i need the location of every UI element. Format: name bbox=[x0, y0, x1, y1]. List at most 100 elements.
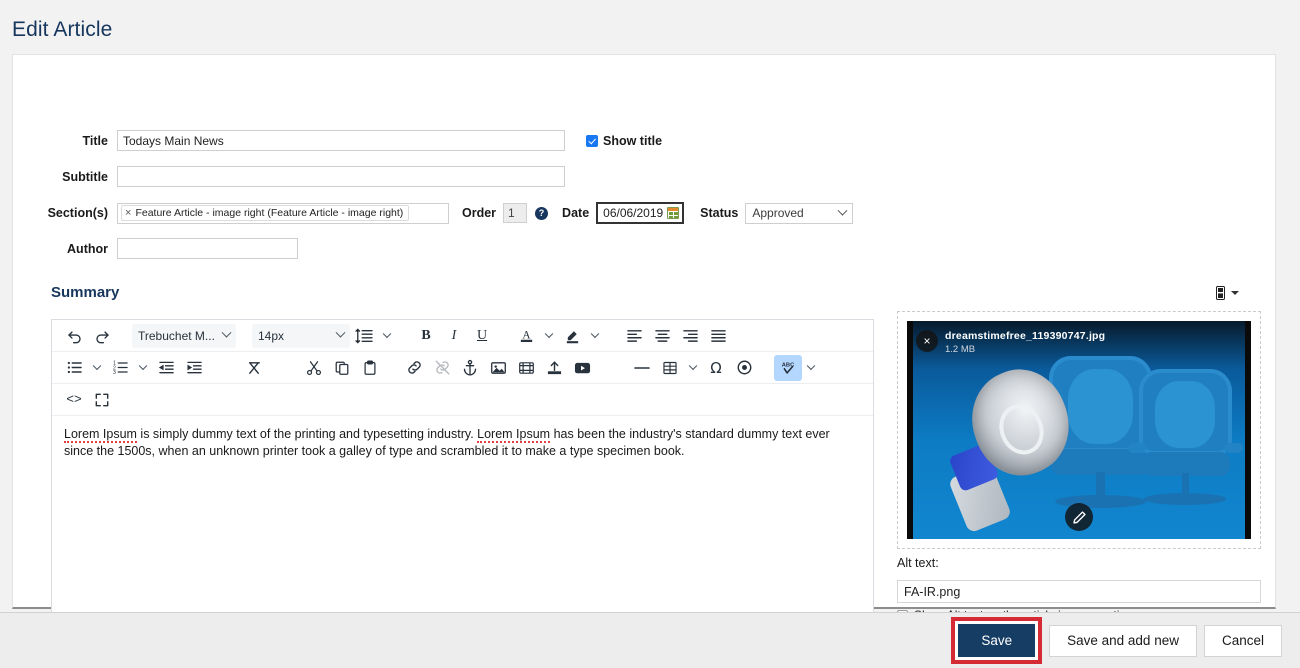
section-chip-label: Feature Article - image right (Feature A… bbox=[135, 207, 404, 219]
line-height-icon[interactable] bbox=[350, 323, 378, 349]
save-and-add-new-button[interactable]: Save and add new bbox=[1049, 624, 1197, 657]
text-color-icon[interactable]: A bbox=[512, 323, 540, 349]
insert-table-icon[interactable] bbox=[656, 355, 684, 381]
section-chip-remove-icon[interactable]: × bbox=[125, 207, 131, 219]
editor-text-part-2: is simply dummy text of the printing and… bbox=[136, 427, 478, 441]
pencil-icon[interactable] bbox=[1065, 503, 1093, 531]
remove-image-button[interactable]: × bbox=[916, 330, 938, 352]
article-image-panel: × dreamstimefree_119390747.jpg 1.2 MB bbox=[897, 311, 1261, 549]
numbered-list-icon[interactable]: 1 2 3 bbox=[106, 355, 134, 381]
insert-symbol-icon[interactable] bbox=[730, 355, 758, 381]
title-input[interactable] bbox=[117, 130, 565, 151]
font-size-select[interactable]: 14px bbox=[252, 323, 350, 348]
insert-image-icon[interactable] bbox=[484, 355, 512, 381]
calendar-icon[interactable] bbox=[667, 207, 680, 219]
upload-icon[interactable] bbox=[540, 355, 568, 381]
insert-link-icon[interactable] bbox=[400, 355, 428, 381]
chevron-down-icon bbox=[335, 327, 346, 338]
save-button-highlight: Save bbox=[951, 617, 1043, 664]
order-label: Order bbox=[462, 206, 497, 220]
chevron-down-icon bbox=[837, 205, 848, 216]
alt-text-input[interactable] bbox=[897, 580, 1261, 603]
status-value: Approved bbox=[752, 206, 804, 220]
special-character-icon[interactable]: Ω bbox=[702, 355, 730, 381]
status-select[interactable]: Approved bbox=[745, 202, 854, 224]
edit-article-page: Edit Article Title Show title Subtitle S… bbox=[0, 0, 1300, 668]
order-input[interactable] bbox=[503, 203, 528, 223]
save-button[interactable]: Save bbox=[958, 624, 1036, 657]
font-size-value: 14px bbox=[258, 328, 285, 343]
editor-toolbar-row-1: Trebuchet M... 14px B I U A bbox=[52, 320, 873, 352]
anchor-icon[interactable] bbox=[456, 355, 484, 381]
align-right-icon[interactable] bbox=[676, 323, 704, 349]
undo-icon[interactable] bbox=[60, 323, 88, 349]
decor-chair bbox=[1127, 368, 1243, 517]
alt-text-label: Alt text: bbox=[897, 556, 939, 570]
sections-label: Section(s) bbox=[47, 206, 108, 220]
order-help-icon[interactable]: ? bbox=[535, 206, 549, 220]
subtitle-input[interactable] bbox=[117, 166, 565, 187]
source-code-icon[interactable]: <> bbox=[60, 387, 88, 413]
editor-toolbar-row-3: <> bbox=[52, 384, 873, 416]
editor-content-area[interactable]: Lorem Ipsum is simply dummy text of the … bbox=[52, 416, 873, 622]
sections-input[interactable]: × Feature Article - image right (Feature… bbox=[117, 202, 449, 224]
svg-text:A: A bbox=[522, 329, 531, 341]
highlight-color-chevron-down-icon[interactable] bbox=[586, 323, 604, 349]
unlink-icon[interactable] bbox=[428, 355, 456, 381]
underline-icon[interactable]: U bbox=[468, 323, 496, 349]
redo-icon[interactable] bbox=[88, 323, 116, 349]
font-family-value: Trebuchet M... bbox=[138, 328, 215, 343]
align-justify-icon[interactable] bbox=[704, 323, 732, 349]
highlight-color-icon[interactable] bbox=[558, 323, 586, 349]
article-form-card: Title Show title Subtitle Section(s) × F… bbox=[12, 54, 1276, 649]
date-input[interactable]: 06/06/2019 bbox=[596, 202, 685, 224]
chevron-down-icon bbox=[221, 327, 232, 338]
spellcheck-icon[interactable]: ABC bbox=[774, 354, 802, 381]
subtitle-row: Subtitle bbox=[13, 166, 565, 187]
form-footer: Save Save and add new Cancel bbox=[0, 612, 1300, 668]
author-label: Author bbox=[67, 241, 108, 256]
paste-icon[interactable] bbox=[356, 355, 384, 381]
sections-row: Section(s) × Feature Article - image rig… bbox=[13, 202, 854, 224]
summary-editor: Trebuchet M... 14px B I U A 1 2 3 Ω ABC … bbox=[51, 319, 874, 649]
image-file-name: dreamstimefree_119390747.jpg bbox=[945, 330, 1106, 342]
editor-paragraph: Lorem Ipsum is simply dummy text of the … bbox=[64, 426, 854, 459]
chevron-down-icon bbox=[1231, 290, 1239, 295]
spellcheck-chevron-down-icon[interactable] bbox=[802, 355, 820, 381]
horizontal-rule-icon[interactable] bbox=[628, 355, 656, 381]
svg-text:3: 3 bbox=[113, 370, 116, 375]
section-chip[interactable]: × Feature Article - image right (Feature… bbox=[121, 205, 410, 221]
align-left-icon[interactable] bbox=[620, 323, 648, 349]
insert-video-icon[interactable] bbox=[512, 355, 540, 381]
line-height-chevron-down-icon[interactable] bbox=[378, 323, 396, 349]
summary-header: Summary bbox=[51, 284, 1239, 301]
decor-megaphone bbox=[933, 356, 1086, 534]
cut-icon[interactable] bbox=[300, 355, 328, 381]
image-file-size: 1.2 MB bbox=[945, 344, 976, 355]
font-family-select[interactable]: Trebuchet M... bbox=[132, 323, 236, 348]
editor-toolbar-row-2: 1 2 3 Ω ABC bbox=[52, 352, 873, 384]
title-label: Title bbox=[82, 133, 108, 148]
author-input[interactable] bbox=[117, 238, 298, 259]
text-color-chevron-down-icon[interactable] bbox=[540, 323, 558, 349]
numbered-list-chevron-down-icon[interactable] bbox=[134, 355, 152, 381]
bullet-list-icon[interactable] bbox=[60, 355, 88, 381]
show-title-checkbox-box[interactable] bbox=[586, 134, 598, 147]
bold-icon[interactable]: B bbox=[412, 323, 440, 349]
align-center-icon[interactable] bbox=[648, 323, 676, 349]
show-title-checkbox[interactable]: Show title bbox=[586, 134, 662, 148]
bullet-list-chevron-down-icon[interactable] bbox=[88, 355, 106, 381]
clear-formatting-icon[interactable] bbox=[240, 355, 268, 381]
copy-icon[interactable] bbox=[328, 355, 356, 381]
image-thumbnail[interactable]: × dreamstimefree_119390747.jpg 1.2 MB bbox=[907, 321, 1251, 539]
insert-table-chevron-down-icon[interactable] bbox=[684, 355, 702, 381]
fullscreen-icon[interactable] bbox=[88, 387, 116, 413]
summary-heading: Summary bbox=[51, 284, 120, 301]
cancel-button[interactable]: Cancel bbox=[1203, 624, 1282, 657]
indent-icon[interactable] bbox=[180, 355, 208, 381]
italic-icon[interactable]: I bbox=[440, 323, 468, 349]
misspelled-word: Lorem Ipsum bbox=[477, 427, 551, 443]
outdent-icon[interactable] bbox=[152, 355, 180, 381]
insert-snippet-icon[interactable] bbox=[1214, 285, 1239, 300]
youtube-icon[interactable] bbox=[568, 355, 596, 381]
